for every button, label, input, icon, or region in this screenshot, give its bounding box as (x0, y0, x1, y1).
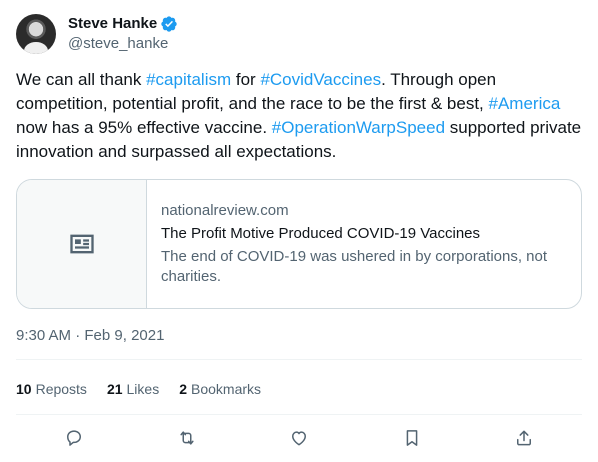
tweet: Steve Hanke @steve_hanke We can all than… (0, 0, 598, 462)
hashtag-link[interactable]: #America (489, 94, 561, 113)
tweet-time[interactable]: 9:30 AM (16, 326, 71, 346)
bookmark-icon (406, 430, 417, 446)
tweet-actions (16, 420, 582, 456)
link-card[interactable]: nationalreview.com The Profit Motive Pro… (16, 179, 582, 309)
hashtag-link[interactable]: #OperationWarpSpeed (272, 118, 445, 137)
reply-icon (67, 430, 81, 446)
hashtag-link[interactable]: #capitalism (146, 70, 231, 89)
share-icon (517, 430, 531, 446)
bookmark-button[interactable] (394, 420, 430, 456)
verified-badge-icon (160, 15, 178, 33)
avatar[interactable] (16, 14, 56, 54)
bookmarks-count: 2 (179, 381, 187, 397)
repost-icon (179, 431, 194, 445)
link-card-description: The end of COVID-19 was ushered in by co… (161, 248, 548, 285)
bookmarks-label: Bookmarks (191, 381, 262, 397)
tweet-text-segment: We can all thank (16, 70, 147, 89)
link-card-title[interactable]: The Profit Motive Produced COVID-19 Vacc… (161, 224, 561, 244)
hashtag-link[interactable]: #CovidVaccines (260, 70, 381, 89)
link-card-body: nationalreview.com The Profit Motive Pro… (147, 180, 575, 308)
share-button[interactable] (506, 420, 542, 456)
link-card-domain[interactable]: nationalreview.com (161, 201, 561, 221)
display-name[interactable]: Steve Hanke (68, 14, 157, 34)
handle[interactable]: @steve_hanke (68, 34, 178, 54)
likes-count: 21 (106, 381, 123, 397)
divider (16, 359, 582, 360)
link-card-thumbnail[interactable] (17, 180, 147, 308)
like-button[interactable] (281, 420, 317, 456)
reposts-stat[interactable]: 10 Reposts (16, 379, 87, 399)
tweet-timestamp[interactable]: 9:30 AM · Feb 9, 2021 (16, 326, 164, 346)
reposts-label: Reposts (35, 381, 87, 397)
tweet-text-segment: for (231, 70, 261, 89)
display-name-row: Steve Hanke (68, 14, 178, 34)
divider (16, 414, 582, 415)
tweet-text: We can all thank #capitalism for #CovidV… (16, 68, 582, 164)
bookmarks-stat[interactable]: 2 Bookmarks (179, 379, 261, 399)
tweet-date[interactable]: Feb 9, 2021 (84, 326, 164, 346)
tweet-header: Steve Hanke @steve_hanke (16, 12, 178, 56)
repost-button[interactable] (169, 420, 205, 456)
author-names: Steve Hanke @steve_hanke (68, 14, 178, 54)
reply-button[interactable] (56, 420, 92, 456)
tweet-stats: 10 Reposts 21 Likes 2 Bookmarks (16, 379, 281, 399)
likes-label: Likes (126, 381, 160, 397)
like-icon (292, 431, 306, 446)
timestamp-separator: · (71, 327, 85, 344)
tweet-text-segment: now has a 95% effective vaccine. (16, 118, 272, 137)
article-icon (69, 234, 94, 254)
likes-stat[interactable]: 21 Likes (107, 379, 159, 399)
reposts-count: 10 (16, 381, 32, 397)
